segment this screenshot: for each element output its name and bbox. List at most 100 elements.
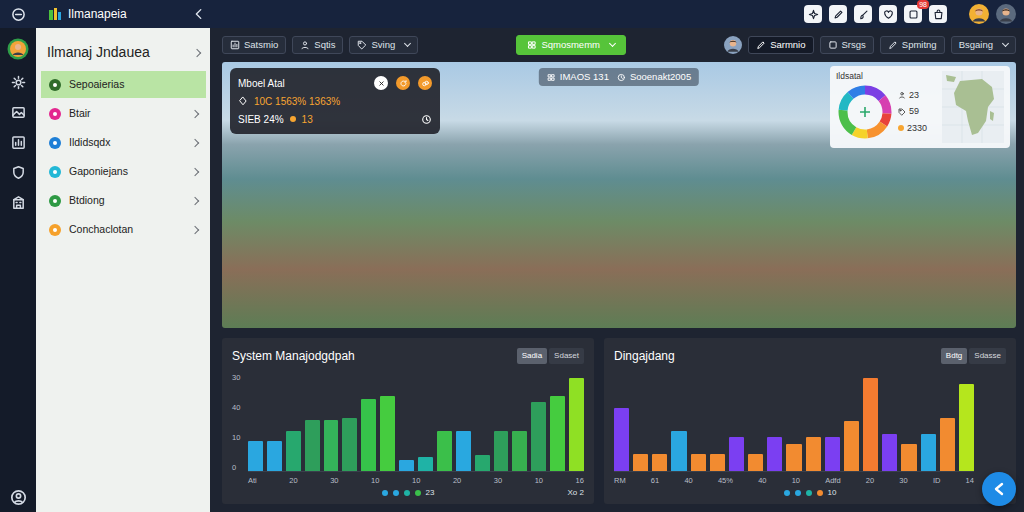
- user-avatar-icon[interactable]: [996, 4, 1016, 24]
- chart-bar[interactable]: [652, 454, 667, 471]
- chart-bar[interactable]: [531, 402, 546, 471]
- bag-button[interactable]: [929, 5, 947, 23]
- sidebar-item[interactable]: Gaponiejans: [41, 158, 206, 185]
- grid-icon: [527, 40, 537, 50]
- chart-bar[interactable]: [633, 454, 648, 471]
- chart-bar[interactable]: [959, 384, 974, 471]
- toolbar-button[interactable]: Srsgs: [820, 36, 874, 54]
- chart-bar[interactable]: [901, 444, 916, 471]
- user-avatar-colorful-icon[interactable]: [969, 4, 989, 24]
- view-pill[interactable]: IMAOS 131: [547, 70, 609, 84]
- chart-bar[interactable]: [550, 396, 565, 471]
- back-chevron-icon[interactable]: [192, 7, 206, 21]
- pen-button[interactable]: [829, 5, 847, 23]
- chart-bar[interactable]: [512, 431, 527, 471]
- notification-badge: 98: [917, 0, 929, 9]
- toolbar-button[interactable]: Satsmio: [222, 36, 286, 54]
- item-icon: [49, 79, 61, 91]
- chart-bar[interactable]: [418, 457, 433, 470]
- chart-tab[interactable]: Sdasse: [969, 348, 1006, 364]
- sidebar-item[interactable]: Ildidsqdx: [41, 129, 206, 156]
- chart-bar[interactable]: [305, 420, 320, 471]
- chevron-icon: [191, 225, 199, 233]
- chart-bar[interactable]: [569, 378, 584, 471]
- toolbar-button[interactable]: Sarmnio: [748, 36, 813, 54]
- toolbar-avatar-icon[interactable]: [724, 36, 742, 54]
- chart-bar[interactable]: [767, 437, 782, 470]
- chart-bar[interactable]: [456, 431, 471, 471]
- chart-bar[interactable]: [324, 420, 339, 471]
- chevron-icon: [193, 48, 201, 56]
- legend-dot: [382, 490, 388, 496]
- chart-icon[interactable]: [11, 135, 26, 150]
- chart-bar[interactable]: [691, 454, 706, 471]
- toolbar-button[interactable]: Spmitng: [880, 36, 945, 54]
- sidebar-header[interactable]: Ilmanaj Jndauea: [41, 36, 206, 71]
- chart-bar[interactable]: [786, 444, 801, 471]
- sparkle-button[interactable]: [804, 5, 822, 23]
- chart-bar[interactable]: [342, 418, 357, 471]
- toolbar-button[interactable]: Sving: [349, 36, 418, 54]
- chart-bar[interactable]: [921, 434, 936, 471]
- sidebar-item[interactable]: Btdiong: [41, 187, 206, 214]
- chart-bar[interactable]: [361, 399, 376, 471]
- close-icon[interactable]: [374, 76, 388, 90]
- chart-bar[interactable]: [671, 431, 686, 471]
- chart-bar[interactable]: [748, 454, 763, 471]
- chart-bar[interactable]: [267, 441, 282, 470]
- donut-chart: [836, 83, 894, 141]
- widget-title: Ildsatal: [836, 70, 927, 83]
- shield-icon[interactable]: [11, 165, 26, 180]
- chart-bar[interactable]: [940, 418, 955, 471]
- chart-tab[interactable]: Bdtg: [941, 348, 967, 364]
- bag-icon: [933, 9, 944, 20]
- chart-bar[interactable]: [863, 378, 878, 471]
- image-icon[interactable]: [11, 105, 26, 120]
- brand[interactable]: Ilmanapeia: [36, 5, 210, 23]
- sidebar-item[interactable]: Sepoaierias: [41, 71, 206, 98]
- chart-bar[interactable]: [286, 431, 301, 471]
- chart-tab[interactable]: Sdaset: [549, 348, 584, 364]
- chart-bar[interactable]: [806, 437, 821, 470]
- widget-stat: 59: [898, 105, 927, 119]
- square-button[interactable]: 98: [904, 5, 922, 23]
- x-axis: Ati2030101020301016: [248, 472, 584, 486]
- chart-bar[interactable]: [475, 455, 490, 471]
- chart-bar[interactable]: [437, 431, 452, 471]
- chart-tab[interactable]: Sadia: [517, 348, 547, 364]
- building-icon[interactable]: [11, 195, 26, 210]
- toolbar-button[interactable]: Bsgaing: [951, 36, 1016, 54]
- toolbar-button[interactable]: Sqtis: [292, 36, 343, 54]
- settings-icon[interactable]: [11, 75, 26, 90]
- toolbar-button[interactable]: Sqmosmemm: [516, 35, 626, 54]
- view-pill[interactable]: Sooenakt2005: [617, 70, 691, 84]
- sidebar-item[interactable]: Btair: [41, 100, 206, 127]
- bar-chart: 3040100: [232, 372, 584, 472]
- plus-icon[interactable]: [860, 107, 870, 117]
- menu-icon[interactable]: [11, 7, 26, 22]
- chevron-icon: [191, 196, 199, 204]
- tag-icon: [357, 40, 367, 50]
- refresh-icon[interactable]: [396, 76, 410, 90]
- chart-bar[interactable]: [882, 434, 897, 471]
- chart-bar[interactable]: [729, 437, 744, 470]
- link-icon[interactable]: [418, 76, 432, 90]
- account-icon[interactable]: [10, 489, 27, 506]
- chart-bar[interactable]: [399, 460, 414, 471]
- sidebar-item[interactable]: Conchaclotan: [41, 216, 206, 243]
- chart-bar[interactable]: [825, 437, 840, 470]
- heart-button[interactable]: [879, 5, 897, 23]
- assistant-button[interactable]: [982, 472, 1016, 506]
- chart-bar[interactable]: [710, 454, 725, 471]
- chart-bar[interactable]: [248, 441, 263, 470]
- chart-bar[interactable]: [380, 396, 395, 471]
- chart-bar[interactable]: [844, 421, 859, 471]
- brush-button[interactable]: [854, 5, 872, 23]
- donut-segment: [843, 90, 887, 134]
- chart-bar[interactable]: [614, 408, 629, 471]
- heart-icon: [883, 9, 894, 20]
- profile-avatar-icon[interactable]: [7, 38, 29, 60]
- item-icon: [49, 108, 61, 120]
- chart-bar[interactable]: [494, 431, 509, 471]
- sidebar: Ilmanaj JndaueaSepoaieriasBtairIldidsqdx…: [36, 28, 210, 512]
